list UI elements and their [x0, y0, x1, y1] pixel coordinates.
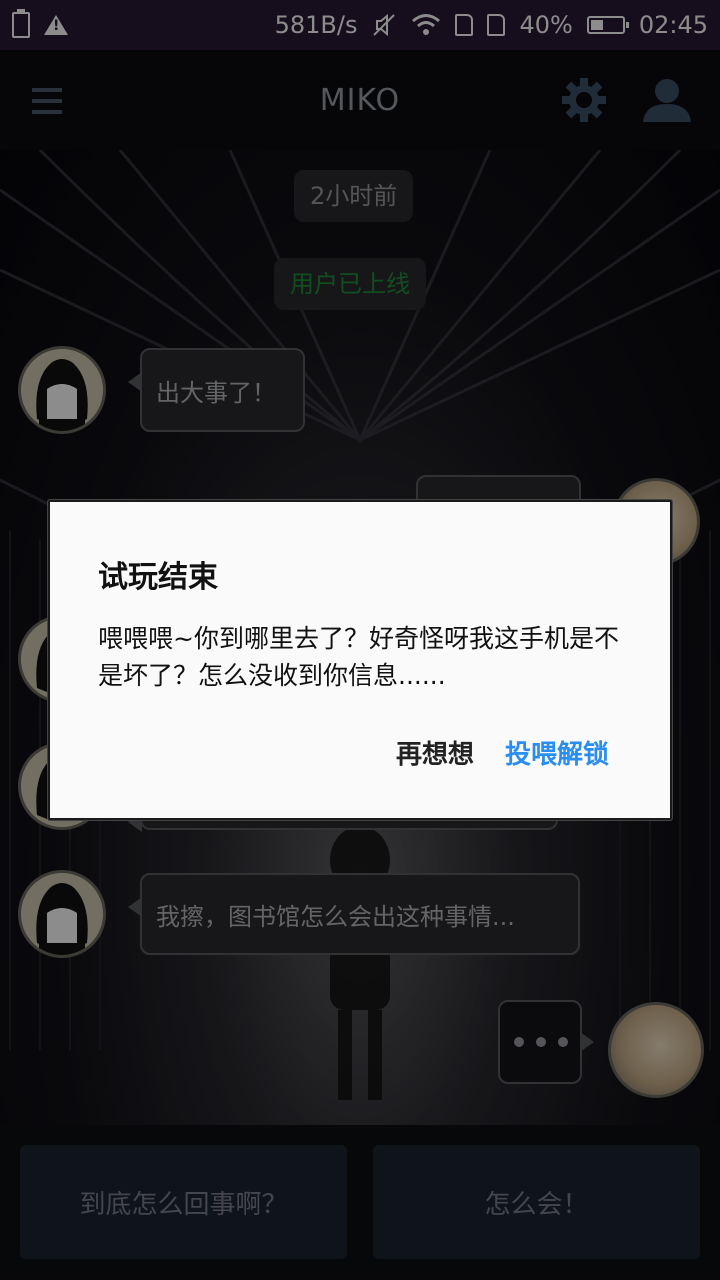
- dialog-message: 喂喂喂~你到哪里去了？好奇怪呀我这手机是不是坏了？怎么没收到你信息......: [98, 624, 619, 690]
- think-again-button[interactable]: 再想想: [396, 734, 474, 771]
- feed-unlock-button[interactable]: 投喂解锁: [505, 734, 609, 771]
- dialog-title: 试玩结束: [98, 560, 218, 595]
- trial-ended-dialog: 试玩结束 喂喂喂~你到哪里去了？好奇怪呀我这手机是不是坏了？怎么没收到你信息..…: [48, 500, 672, 820]
